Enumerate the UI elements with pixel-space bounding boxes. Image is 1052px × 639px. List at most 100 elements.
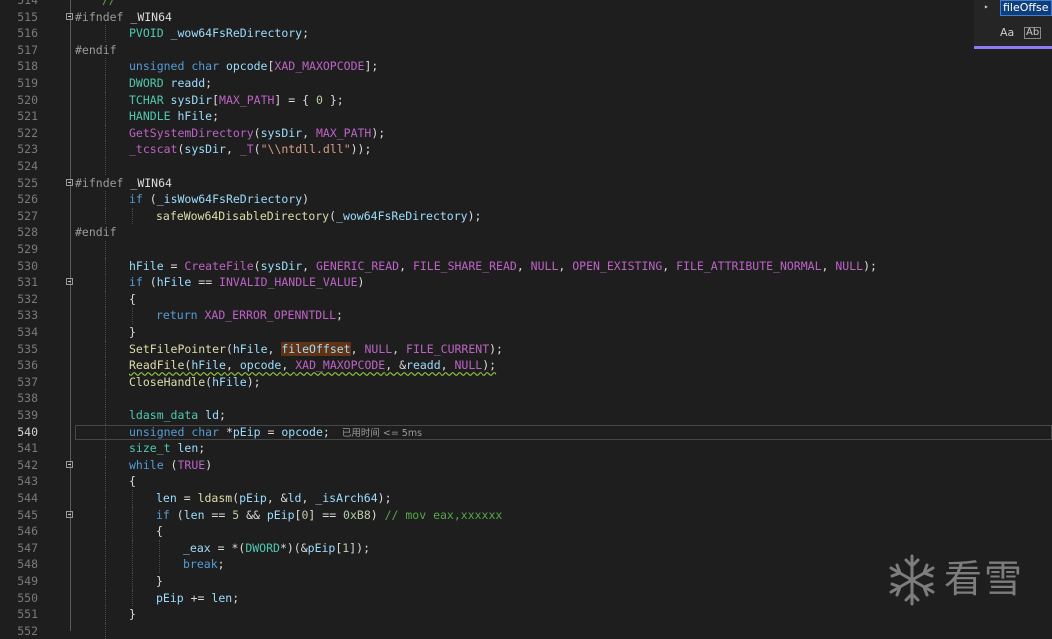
code-line[interactable]: 534} bbox=[0, 324, 1052, 341]
code-text[interactable]: SetFilePointer(hFile, fileOffset, NULL, … bbox=[129, 341, 503, 358]
code-text[interactable]: pEip += len; bbox=[156, 590, 239, 607]
code-line[interactable]: 528 #endif bbox=[0, 224, 1052, 241]
code-text[interactable]: GetSystemDirectory(sysDir, MAX_PATH); bbox=[129, 125, 385, 142]
code-text[interactable]: ldasm_data ld; bbox=[129, 407, 226, 424]
line-number: 535 bbox=[17, 341, 38, 356]
code-text[interactable]: ReadFile(hFile, opcode, XAD_MAXOPCODE, &… bbox=[129, 357, 496, 374]
code-token: sysDir bbox=[260, 258, 303, 273]
code-text[interactable]: len = ldasm(pEip, &ld, _isArch64); bbox=[156, 490, 392, 507]
indent-guide bbox=[132, 589, 133, 607]
code-line[interactable]: 535 SetFilePointer(hFile, fileOffset, NUL… bbox=[0, 340, 1052, 358]
code-text[interactable]: DWORD readd; bbox=[129, 75, 212, 92]
code-line[interactable]: 527 safeWow64DisableDirectory(_wow64FsReD… bbox=[0, 207, 1052, 225]
code-text[interactable]: hFile = CreateFile(sysDir, GENERIC_READ,… bbox=[129, 258, 877, 275]
code-line[interactable]: 538 bbox=[0, 390, 1052, 407]
code-text[interactable]: #endif bbox=[75, 224, 117, 241]
find-input[interactable]: fileOffse bbox=[1000, 0, 1052, 16]
code-text[interactable]: _tcscat(sysDir, _T("\\ntdll.dll")); bbox=[129, 141, 371, 158]
line-number: 532 bbox=[17, 291, 38, 306]
code-text[interactable]: } bbox=[129, 324, 136, 341]
code-line[interactable]: 520 TCHAR sysDir[MAX_PATH] = { 0 }; bbox=[0, 91, 1052, 109]
line-number: 539 bbox=[17, 408, 38, 422]
code-line[interactable]: 519 DWORD readd; bbox=[0, 75, 1052, 92]
code-line[interactable]: 540 unsigned char *pEip = opcode; 已用时间 <= … bbox=[0, 423, 1052, 441]
line-number: 525 bbox=[17, 175, 38, 190]
indent-guide bbox=[105, 373, 106, 391]
code-line[interactable]: 526 if (_isWow64FsReDriectory) bbox=[0, 191, 1052, 208]
code-text[interactable]: return XAD_ERROR_OPENNTDLL; bbox=[156, 307, 343, 324]
code-token: DWORD bbox=[129, 76, 171, 90]
code-text[interactable]: { bbox=[156, 523, 163, 540]
code-line[interactable]: 515 #ifndef _WIN64 bbox=[0, 9, 1052, 26]
collapse-icon[interactable] bbox=[66, 510, 73, 518]
code-line[interactable]: 514 // bbox=[0, 0, 1052, 9]
code-text[interactable]: } bbox=[156, 573, 163, 590]
code-line[interactable]: 542 while (TRUE) bbox=[0, 456, 1052, 474]
line-number: 517 bbox=[17, 42, 38, 57]
code-line[interactable]: 531 if (hFile == INVALID_HANDLE_VALUE) bbox=[0, 274, 1052, 291]
code-line[interactable]: 551} bbox=[0, 606, 1052, 623]
line-number: 537 bbox=[17, 374, 38, 389]
chevron-right-icon[interactable]: ▸ bbox=[984, 3, 992, 11]
code-editor[interactable]: 514 // 515 #ifndef _WIN64 516 PVOID _wow64FsR… bbox=[0, 0, 1052, 639]
code-line[interactable]: 536 ReadFile(hFile, opcode, XAD_MAXOPCODE… bbox=[0, 357, 1052, 374]
find-widget[interactable]: ▸ fileOffse Aa Ab bbox=[974, 0, 1052, 49]
code-text[interactable]: PVOID _wow64FsReDirectory; bbox=[129, 25, 309, 42]
indent-guide bbox=[105, 25, 106, 42]
code-line[interactable]: 525 #ifndef _WIN64 bbox=[0, 175, 1052, 192]
code-line[interactable]: 532 { bbox=[0, 290, 1052, 308]
code-token: = bbox=[260, 424, 282, 439]
code-text[interactable]: { bbox=[129, 291, 136, 308]
code-line[interactable]: 541 size_t len; bbox=[0, 440, 1052, 457]
code-line[interactable]: 537 CloseHandle(hFile); bbox=[0, 373, 1052, 391]
code-text[interactable]: break; bbox=[183, 556, 225, 573]
code-line[interactable]: 543 { bbox=[0, 473, 1052, 490]
search-match: fileOffset bbox=[281, 341, 351, 356]
indent-guide bbox=[132, 307, 133, 324]
code-token: sysDir bbox=[170, 92, 213, 107]
code-text[interactable]: unsigned char opcode[XAD_MAXOPCODE]; bbox=[129, 58, 378, 75]
code-line[interactable]: 546 { bbox=[0, 523, 1052, 540]
match-case-toggle[interactable]: Aa bbox=[1000, 26, 1014, 39]
code-token: , & bbox=[385, 358, 407, 373]
code-text[interactable]: HANDLE hFile; bbox=[129, 108, 219, 125]
code-text[interactable]: { bbox=[129, 473, 136, 490]
collapse-icon[interactable] bbox=[66, 278, 73, 286]
code-text[interactable]: _eax = *(DWORD*)(&pEip[1]); bbox=[183, 540, 370, 557]
collapse-icon[interactable] bbox=[66, 178, 73, 186]
code-text[interactable]: #endif bbox=[75, 42, 117, 59]
code-line[interactable]: 516 PVOID _wow64FsReDirectory; bbox=[0, 25, 1052, 42]
code-text[interactable]: #ifndef _WIN64 bbox=[75, 175, 172, 192]
code-line[interactable]: 523 _tcscat(sysDir, _T("\\ntdll.dll")); bbox=[0, 141, 1052, 158]
code-text[interactable]: safeWow64DisableDirectory(_wow64FsReDire… bbox=[156, 208, 481, 225]
code-line[interactable]: 544 len = ldasm(pEip, &ld, _isArch64); bbox=[0, 490, 1052, 507]
code-line[interactable]: 530 hFile = CreateFile(sysDir, GENERIC_RE… bbox=[0, 257, 1052, 275]
code-line[interactable]: 529 bbox=[0, 241, 1052, 258]
collapse-icon[interactable] bbox=[66, 460, 73, 468]
code-token: [ bbox=[212, 92, 220, 107]
code-line[interactable]: 539 ldasm_data ld; bbox=[0, 407, 1052, 424]
code-text[interactable]: // bbox=[102, 0, 116, 9]
code-line[interactable]: 522 GetSystemDirectory(sysDir, MAX_PATH); bbox=[0, 124, 1052, 142]
code-line[interactable]: 524 bbox=[0, 158, 1052, 175]
code-text[interactable]: size_t len; bbox=[129, 440, 205, 457]
code-line[interactable]: 518 unsigned char opcode[XAD_MAXOPCODE]; bbox=[0, 58, 1052, 75]
collapse-icon[interactable] bbox=[66, 12, 73, 20]
code-text[interactable]: if (_isWow64FsReDriectory) bbox=[129, 191, 309, 208]
line-number: 549 bbox=[17, 574, 38, 588]
code-line[interactable]: 545 if (len == 5 && pEip[0] == 0xB8) // m… bbox=[0, 506, 1052, 524]
code-line[interactable]: 517 #endif bbox=[0, 42, 1052, 59]
code-text[interactable]: #ifndef _WIN64 bbox=[75, 9, 172, 26]
code-text[interactable]: } bbox=[129, 606, 136, 623]
code-text[interactable]: TCHAR sysDir[MAX_PATH] = { 0 }; bbox=[129, 92, 344, 109]
code-line[interactable]: 521 HANDLE hFile; bbox=[0, 108, 1052, 125]
code-text[interactable]: CloseHandle(hFile); bbox=[129, 374, 261, 391]
code-text[interactable]: if (hFile == INVALID_HANDLE_VALUE) bbox=[129, 274, 364, 291]
whole-word-toggle[interactable]: Ab bbox=[1024, 27, 1042, 39]
indent-guide bbox=[105, 257, 106, 275]
code-token: ld bbox=[287, 491, 302, 505]
code-text[interactable]: while (TRUE) bbox=[129, 457, 212, 474]
code-line[interactable]: 533 return XAD_ERROR_OPENNTDLL; bbox=[0, 307, 1052, 324]
code-token: _WIN64 bbox=[130, 9, 172, 24]
code-text[interactable]: if (len == 5 && pEip[0] == 0xB8) // mov … bbox=[156, 507, 502, 524]
